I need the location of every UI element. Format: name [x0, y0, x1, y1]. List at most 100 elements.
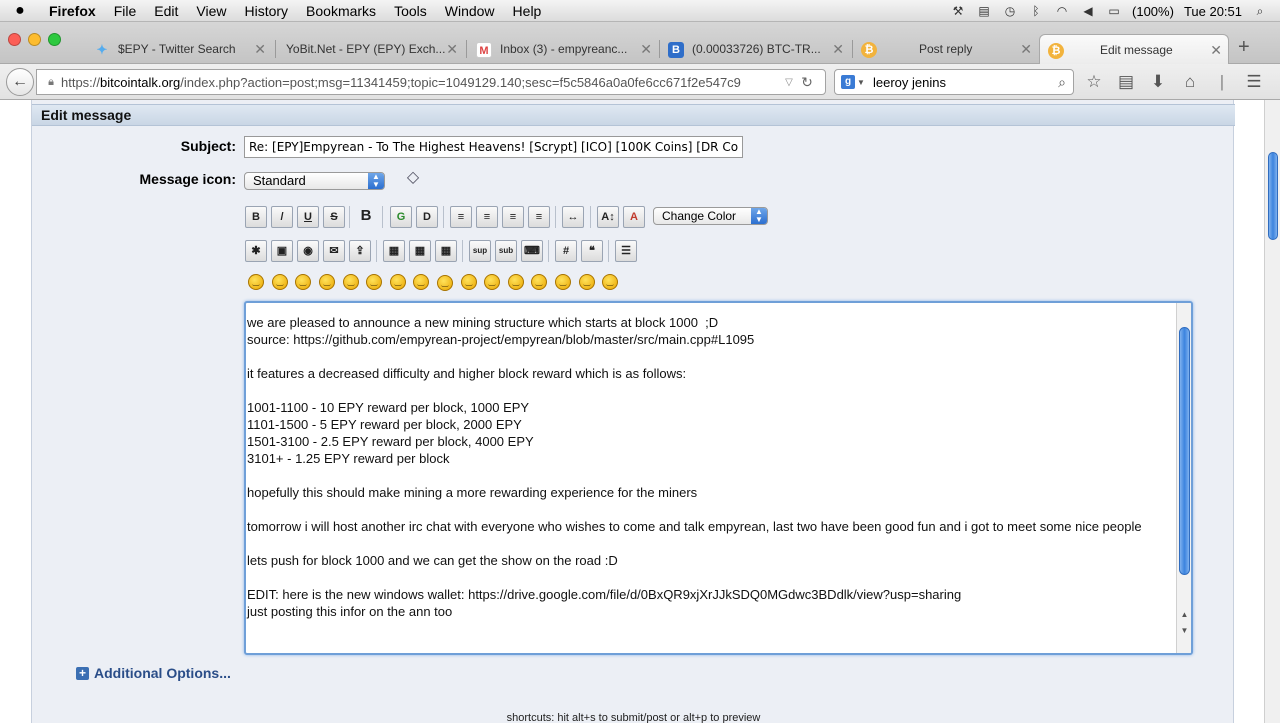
subscript-button[interactable]: sub — [495, 240, 517, 262]
align-justify-button[interactable]: ≡ — [476, 206, 498, 228]
url-history-dropdown-icon[interactable]: ▽ — [781, 77, 797, 88]
textarea-scrollbar[interactable]: ▲ ▼ — [1176, 303, 1191, 653]
list-button[interactable]: ☰ — [615, 240, 637, 262]
clock[interactable]: Tue 20:51 — [1184, 4, 1242, 19]
table-column-button[interactable]: ▦ — [435, 240, 457, 262]
shadow-button[interactable]: D — [416, 206, 438, 228]
menu-edit[interactable]: Edit — [145, 3, 187, 19]
menu-file[interactable]: File — [105, 3, 146, 19]
superscript-button[interactable]: sup — [469, 240, 491, 262]
subject-input[interactable]: Re: [EPY]Empyrean - To The Highest Heave… — [244, 136, 743, 158]
smiley-angry-icon[interactable]: ‿ — [343, 274, 359, 290]
teletype-button[interactable]: ⌨ — [521, 240, 543, 262]
url-text[interactable]: https://bitcointalk.org/index.php?action… — [61, 75, 781, 90]
message-textarea[interactable]: we are pleased to announce a new mining … — [244, 301, 1193, 655]
smiley-tongue-icon[interactable]: ‿ — [484, 274, 500, 290]
table-row-button[interactable]: ▦ — [409, 240, 431, 262]
scroll-up-arrow-icon[interactable]: ▲ — [1177, 607, 1191, 622]
smiley-smiley-icon[interactable]: ‿ — [248, 274, 264, 290]
smiley-undecided-icon[interactable]: ‿ — [555, 274, 571, 290]
glow-button[interactable]: G — [390, 206, 412, 228]
hyperlink-button[interactable]: ◉ — [297, 240, 319, 262]
close-window-button[interactable] — [8, 33, 21, 46]
underline-button[interactable]: U — [297, 206, 319, 228]
smiley-roll-eyes-icon[interactable]: ‿ — [461, 274, 477, 290]
new-tab-button[interactable]: + — [1238, 36, 1250, 59]
google-engine-icon[interactable]: g — [841, 75, 855, 89]
bookmarks-menu-icon[interactable]: ▤ — [1116, 72, 1136, 92]
page-scrollbar[interactable] — [1264, 100, 1280, 723]
smiley-cry-icon[interactable]: ‿ — [602, 274, 618, 290]
hamburger-menu-icon[interactable]: ☰ — [1244, 72, 1264, 92]
search-icon[interactable]: ⌕ — [1051, 74, 1073, 91]
back-button[interactable]: ← — [6, 68, 34, 96]
strikethrough-button[interactable]: S — [323, 206, 345, 228]
smiley-cheesy-icon[interactable]: ‿ — [295, 274, 311, 290]
additional-options-toggle[interactable]: + Additional Options... — [76, 665, 231, 681]
menu-view[interactable]: View — [187, 3, 235, 19]
reload-icon[interactable]: ↻ — [797, 74, 817, 91]
close-tab-icon[interactable]: ✕ — [1210, 42, 1222, 59]
tab-yobit[interactable]: YoBit.Net - EPY (EPY) Exch... ✕ — [254, 34, 464, 64]
tab-twitter-search[interactable]: ✦ $EPY - Twitter Search ✕ — [86, 34, 272, 64]
search-bar[interactable]: g ▼ leeroy jenins ⌕ — [834, 69, 1074, 95]
menu-app-name[interactable]: Firefox — [40, 3, 105, 19]
menu-tools[interactable]: Tools — [385, 3, 436, 19]
smiley-grin-icon[interactable]: ‿ — [319, 274, 335, 290]
tab-bittrex[interactable]: B (0.00033726) BTC-TR... ✕ — [660, 34, 850, 64]
home-icon[interactable]: ⌂ — [1180, 72, 1200, 92]
menu-bookmarks[interactable]: Bookmarks — [297, 3, 385, 19]
tools-status-icon[interactable]: ⚒ — [950, 4, 966, 18]
expand-plus-icon[interactable]: + — [76, 666, 89, 680]
email-button[interactable]: ✉ — [323, 240, 345, 262]
additional-options-link[interactable]: Additional Options... — [94, 665, 231, 681]
lock-icon[interactable]: 🔒︎ — [41, 76, 61, 89]
spotlight-search-icon[interactable]: ⌕ — [1252, 4, 1268, 18]
battery-icon[interactable]: ▭ — [1106, 4, 1122, 18]
code-button[interactable]: # — [555, 240, 577, 262]
smiley-lips-sealed-icon[interactable]: ‿ — [531, 274, 547, 290]
menu-window[interactable]: Window — [436, 3, 504, 19]
smiley-sad-icon[interactable]: ‿ — [366, 274, 382, 290]
align-left-button[interactable]: ≡ — [450, 206, 472, 228]
tab-gmail-inbox[interactable]: M Inbox (3) - empyreanc... ✕ — [468, 34, 658, 64]
close-tab-icon[interactable]: ✕ — [640, 41, 652, 58]
downloads-icon[interactable]: ⬇ — [1148, 72, 1168, 92]
italic-button[interactable]: / — [271, 206, 293, 228]
wifi-icon[interactable]: ◠ — [1054, 4, 1070, 18]
message-body[interactable]: we are pleased to announce a new mining … — [247, 314, 1172, 620]
close-tab-icon[interactable]: ✕ — [832, 41, 844, 58]
flash-button[interactable]: ✱ — [245, 240, 267, 262]
minimize-window-button[interactable] — [28, 33, 41, 46]
bluetooth-icon[interactable]: ᛒ — [1028, 4, 1044, 18]
message-icon-select[interactable]: Standard ▲ ▼ — [244, 172, 385, 190]
scroll-down-arrow-icon[interactable]: ▼ — [1177, 623, 1191, 638]
apple-menu-icon[interactable]: ● — [0, 2, 40, 20]
change-color-select[interactable]: Change Color ▲ ▼ — [653, 207, 768, 225]
volume-icon[interactable]: ◀ — [1080, 4, 1096, 18]
smiley-shocked-icon[interactable]: ‿ — [390, 274, 406, 290]
horizontal-rule-button[interactable]: ↔ — [562, 206, 584, 228]
page-scroll-thumb[interactable] — [1268, 152, 1278, 240]
smiley-cool-icon[interactable]: ‿ — [413, 274, 429, 290]
smiley-kiss-icon[interactable]: ‿ — [579, 274, 595, 290]
address-bar[interactable]: 🔒︎ https://bitcointalk.org/index.php?act… — [36, 69, 826, 95]
align-center-button[interactable]: ≡ — [502, 206, 524, 228]
smiley-wink-icon[interactable]: ‿ — [272, 274, 288, 290]
addon-icon[interactable]: ◔ — [1276, 72, 1280, 92]
bookmark-star-icon[interactable]: ☆ — [1084, 72, 1104, 92]
close-tab-icon[interactable]: ✕ — [1020, 41, 1032, 58]
engine-dropdown-icon[interactable]: ▼ — [855, 78, 867, 87]
textarea-scroll-thumb[interactable] — [1179, 327, 1190, 575]
time-machine-icon[interactable]: ◷ — [1002, 4, 1018, 18]
font-size-button[interactable]: A↕ — [597, 206, 619, 228]
close-tab-icon[interactable]: ✕ — [446, 41, 458, 58]
search-input[interactable]: leeroy jenins — [867, 75, 1051, 90]
ftp-button[interactable]: ⇪ — [349, 240, 371, 262]
font-face-button[interactable]: A — [623, 206, 645, 228]
zoom-window-button[interactable] — [48, 33, 61, 46]
menu-history[interactable]: History — [235, 3, 297, 19]
bold-button[interactable]: B — [245, 206, 267, 228]
table-button[interactable]: ▦ — [383, 240, 405, 262]
menu-help[interactable]: Help — [504, 3, 551, 19]
